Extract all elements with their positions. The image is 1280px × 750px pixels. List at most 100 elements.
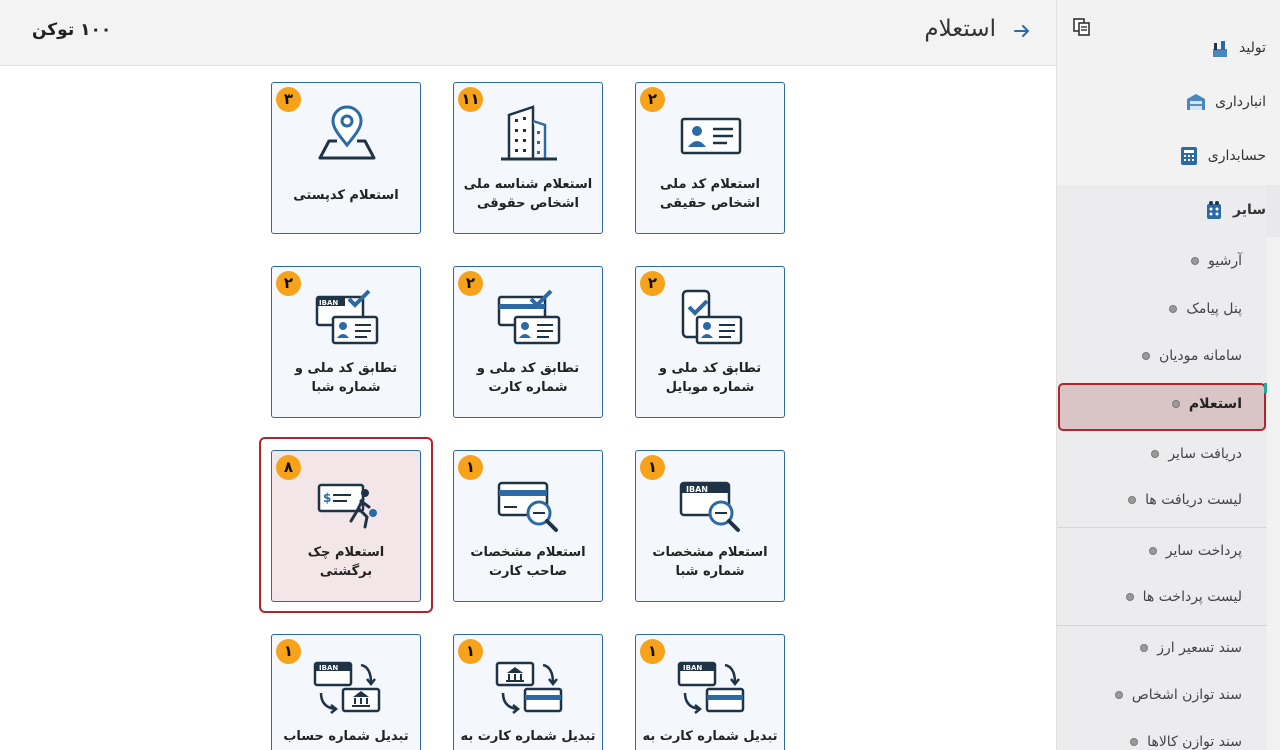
sidebar-item-sms-panel[interactable]: پنل پیامک bbox=[1169, 301, 1242, 317]
tile-label: تطابق کد ملی و شماره کارت bbox=[476, 361, 580, 395]
tile-label: استعلام شناسه ملی اشخاص حقوقی bbox=[463, 177, 593, 211]
bullet-icon bbox=[1169, 305, 1178, 313]
tile-id-card-match[interactable]: ۲ تطابق کد ملی و شماره کارت bbox=[453, 266, 603, 418]
sidebar-item-label: آرشیو bbox=[1208, 253, 1242, 269]
page-title: استعلام bbox=[924, 16, 996, 42]
bullet-icon bbox=[1128, 496, 1137, 504]
tile-count-badge: ۳ bbox=[276, 87, 301, 112]
sidebar-item-receipts-list[interactable]: لیست دریافت ها bbox=[1128, 492, 1242, 508]
sidebar-item-label: دریافت سایر bbox=[1168, 446, 1242, 462]
tile-count-badge: ۱ bbox=[276, 639, 301, 664]
tile-card-holder-inquiry[interactable]: ۱ استعلام مشخصات صاحب کارت bbox=[453, 450, 603, 602]
page-header: ۱۰۰ توکن استعلام bbox=[0, 0, 1056, 66]
tile-label: استعلام مشخصات شماره شبا bbox=[652, 545, 768, 579]
sidebar-item-label: استعلام bbox=[1188, 396, 1242, 412]
bullet-icon bbox=[1141, 352, 1150, 360]
tile-id-iban-match[interactable]: ۲ IBAN تطابق کد ملی و شماره شبا bbox=[271, 266, 421, 418]
tile-label: تطابق کد ملی و شماره شبا bbox=[294, 361, 398, 395]
tile-count-badge: ۸ bbox=[276, 455, 301, 480]
sidebar-item-label: لیست دریافت ها bbox=[1145, 492, 1242, 508]
sidebar-item-persons-balance[interactable]: سند توازن اشخاص bbox=[1114, 687, 1242, 703]
sidebar-item-other-payments[interactable]: پرداخت سایر bbox=[1148, 543, 1242, 559]
warehouse-icon bbox=[1187, 94, 1206, 110]
svg-text:IBAN: IBAN bbox=[319, 299, 338, 307]
svg-text:IBAN: IBAN bbox=[683, 664, 702, 672]
svg-text:IBAN: IBAN bbox=[319, 664, 338, 672]
collapse-sidebar-icon[interactable] bbox=[1073, 18, 1091, 36]
sidebar-item-archive[interactable]: آرشیو bbox=[1191, 253, 1242, 269]
iban-search-icon: IBAN bbox=[679, 481, 740, 532]
tile-count-badge: ۱ bbox=[640, 639, 665, 664]
tile-count-badge: ۲ bbox=[458, 271, 483, 296]
sidebar-item-label: سامانه مودیان bbox=[1158, 348, 1242, 364]
card-search-icon bbox=[497, 481, 558, 532]
bullet-icon bbox=[1125, 593, 1134, 601]
factory-icon bbox=[1213, 41, 1228, 57]
sidebar-item-payments-list[interactable]: لیست پرداخت ها bbox=[1125, 589, 1242, 605]
scroll-indicator bbox=[1264, 383, 1267, 393]
tile-count-badge: ۱ bbox=[458, 455, 483, 480]
tile-count-badge: ۲ bbox=[640, 87, 665, 112]
tile-label: استعلام مشخصات صاحب کارت bbox=[470, 545, 586, 579]
tile-id-mobile-match[interactable]: ۲ تطابق کد ملی و شماره موبایل bbox=[635, 266, 785, 418]
sidebar-item-accounting[interactable]: حسابداری bbox=[1178, 145, 1266, 167]
tile-card-to-iban[interactable]: ۱ IBAN تبدیل شماره کارت به bbox=[635, 634, 785, 750]
bullet-icon bbox=[1140, 644, 1149, 652]
sidebar-item-other[interactable]: سایر bbox=[1203, 199, 1266, 221]
tile-count-badge: ۱ bbox=[458, 639, 483, 664]
tile-label: تبدیل شماره حساب bbox=[283, 729, 409, 744]
tile-label: استعلام کدپستی bbox=[293, 188, 399, 203]
sidebar-item-label: پرداخت سایر bbox=[1165, 543, 1242, 559]
back-arrow-icon[interactable] bbox=[1012, 21, 1032, 41]
sidebar-item-label: سایر bbox=[1233, 202, 1266, 218]
sidebar-item-inquiry[interactable]: استعلام bbox=[1171, 396, 1242, 412]
tile-postal-code[interactable]: ۳ استعلام کدپستی bbox=[271, 82, 421, 234]
bounced-check-icon: $ bbox=[317, 483, 377, 529]
sidebar-item-warehouse[interactable]: انبارداری bbox=[1185, 91, 1266, 113]
tile-count-badge: ۱ bbox=[640, 455, 665, 480]
sidebar-item-label: لیست پرداخت ها bbox=[1142, 589, 1242, 605]
svg-text:$: $ bbox=[323, 491, 331, 505]
tile-iban-inquiry[interactable]: ۱ IBAN استعلام مشخصات شماره شبا bbox=[635, 450, 785, 602]
tile-label: استعلام کد ملی اشخاص حقیقی bbox=[659, 177, 761, 211]
tile-count-badge: ۱۱ bbox=[458, 87, 483, 112]
tile-label: تبدیل شماره کارت به bbox=[642, 729, 778, 744]
tile-label: تطابق کد ملی و شماره موبایل bbox=[658, 361, 762, 395]
iban-id-check-icon: IBAN bbox=[315, 289, 379, 345]
tile-national-id-legal[interactable]: ۱۱ استعلام شناسه ملی اشخاص حقوقی bbox=[453, 82, 603, 234]
tile-account-to-iban[interactable]: ۱ IBAN تبدیل شماره حساب bbox=[271, 634, 421, 750]
card-to-iban-icon: IBAN bbox=[677, 661, 745, 714]
tile-count-badge: ۲ bbox=[640, 271, 665, 296]
sidebar-item-label: حسابداری bbox=[1207, 148, 1266, 164]
bullet-icon bbox=[1151, 450, 1160, 458]
token-balance: ۱۰۰ توکن bbox=[32, 20, 112, 40]
sidebar-item-other-receipts[interactable]: دریافت سایر bbox=[1151, 446, 1242, 462]
other-icon bbox=[1207, 201, 1221, 219]
id-card-icon bbox=[680, 117, 742, 155]
sidebar-item-label: سند توازن اشخاص bbox=[1131, 687, 1242, 703]
tile-bounced-check[interactable]: ۸ $ استعلام چک برگشتی bbox=[271, 450, 421, 602]
tile-count-badge: ۲ bbox=[276, 271, 301, 296]
sidebar-item-label: سند توازن کالاها bbox=[1147, 734, 1242, 750]
tile-card-to-account[interactable]: ۱ تبدیل شماره کارت به bbox=[453, 634, 603, 750]
sidebar-item-label: پنل پیامک bbox=[1186, 301, 1242, 317]
building-icon bbox=[501, 105, 557, 161]
sidebar-item-currency-voucher[interactable]: سند تسعیر ارز bbox=[1140, 640, 1242, 656]
sidebar-item-goods-balance[interactable]: سند توازن کالاها bbox=[1130, 734, 1242, 750]
sidebar-item-production[interactable]: تولید bbox=[1209, 37, 1266, 59]
tile-national-id-individual[interactable]: ۲ استعلام کد ملی اشخاص حقیقی bbox=[635, 82, 785, 234]
tile-label: تبدیل شماره کارت به bbox=[460, 729, 596, 744]
bullet-icon bbox=[1114, 691, 1123, 699]
sidebar-item-taxpayer-system[interactable]: سامانه مودیان bbox=[1141, 348, 1242, 364]
inquiry-grid: ۲ استعلام کد ملی اشخاص حقیقی ۱۱ استعلام ش… bbox=[0, 66, 1056, 750]
sidebar-subpanel bbox=[1057, 185, 1267, 750]
tile-label: استعلام چک برگشتی bbox=[307, 545, 385, 579]
bullet-icon bbox=[1148, 547, 1157, 555]
bullet-icon bbox=[1171, 400, 1180, 408]
mobile-id-check-icon bbox=[681, 289, 743, 345]
sidebar: تولید انبارداری حسابداری سایر آرشیو پنل … bbox=[1056, 0, 1280, 750]
card-id-check-icon bbox=[497, 289, 561, 345]
bullet-icon bbox=[1130, 738, 1139, 746]
sidebar-item-label: تولید bbox=[1239, 40, 1266, 56]
bullet-icon bbox=[1191, 257, 1200, 265]
